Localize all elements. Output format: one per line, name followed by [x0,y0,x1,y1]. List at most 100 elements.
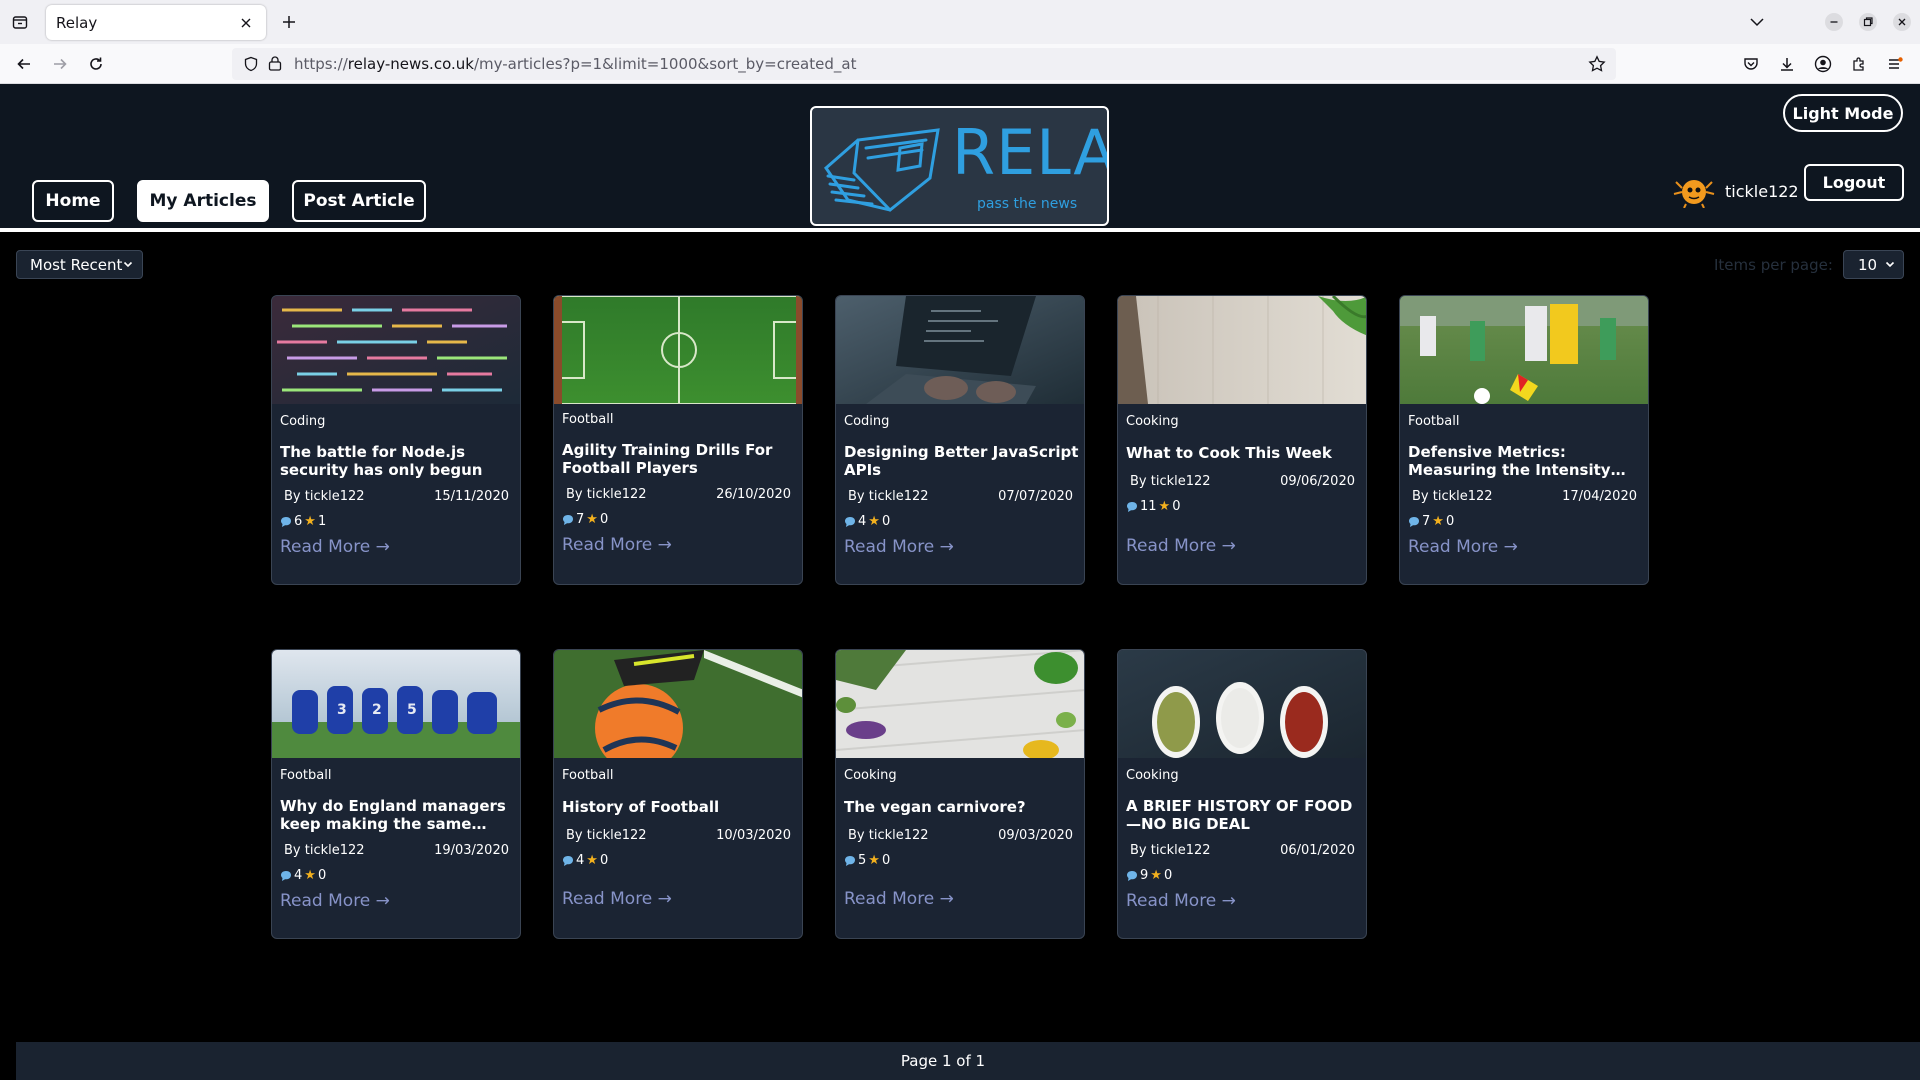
article-title[interactable]: A BRIEF HISTORY OF FOOD—NO BIG DEAL [1126,797,1362,833]
logo-tagline: pass the news [977,196,1078,212]
read-more-link[interactable]: Read More → [1126,536,1236,556]
comment-count: 4 [576,853,585,868]
browser-tab[interactable]: Relay [46,5,266,40]
close-tab-icon[interactable] [236,13,256,33]
article-thumbnail[interactable] [554,650,803,758]
light-mode-button[interactable]: Light Mode [1783,94,1903,132]
article-card[interactable]: 3 2 5 Football Why do England managers kee… [271,649,521,939]
article-thumbnail[interactable] [1400,296,1649,404]
article-card[interactable]: Football Agility Training Drills For Foo… [553,295,803,585]
article-category: Cooking [844,768,897,783]
bookmark-star-icon[interactable] [1588,55,1606,77]
forward-icon[interactable] [48,52,72,76]
article-thumbnail[interactable] [836,650,1085,758]
downloads-icon[interactable] [1775,52,1799,76]
back-icon[interactable] [12,52,36,76]
article-card[interactable]: Football History of Football By tickle12… [553,649,803,939]
article-date: 19/03/2020 [434,843,509,858]
vote-count: 0 [881,853,891,868]
newspaper-logo-icon [824,128,940,212]
restore-icon[interactable] [1857,11,1879,33]
article-thumbnail[interactable] [272,296,521,404]
read-more-link[interactable]: Read More → [844,889,954,909]
vote-count: 0 [1445,514,1455,529]
article-title[interactable]: History of Football [562,798,798,816]
article-card[interactable]: Football Defensive Metrics: Measuring th… [1399,295,1649,585]
read-more-link[interactable]: Read More → [280,537,390,557]
read-more-link[interactable]: Read More → [562,889,672,909]
reload-icon[interactable] [84,52,108,76]
article-category: Cooking [1126,768,1179,783]
article-thumbnail[interactable] [836,296,1085,404]
star-icon: ★ [868,853,880,868]
article-card[interactable]: Cooking A BRIEF HISTORY OF FOOD—NO BIG D… [1117,649,1367,939]
new-tab-icon[interactable] [278,11,300,33]
article-title[interactable]: What to Cook This Week [1126,444,1362,462]
article-card[interactable]: Cooking What to Cook This Week By tickle… [1117,295,1367,585]
article-title[interactable]: Defensive Metrics: Measuring the Intensi… [1408,443,1644,479]
site-logo[interactable]: RELAY pass the news [810,106,1109,226]
article-title[interactable]: Designing Better JavaScript APIs [844,443,1080,479]
article-thumbnail[interactable] [554,296,803,404]
vote-count: 0 [599,512,609,527]
article-thumbnail[interactable]: 3 2 5 [272,650,521,758]
pocket-icon[interactable] [1739,52,1763,76]
article-category: Football [280,768,332,783]
article-stats: 7 ★ 0 [1408,514,1454,529]
minimize-icon[interactable] [1823,11,1845,33]
article-card[interactable]: Cooking The vegan carnivore? By tickle12… [835,649,1085,939]
menu-icon[interactable] [1883,52,1907,76]
star-icon: ★ [868,514,880,529]
article-thumbnail[interactable] [1118,296,1367,404]
article-date: 10/03/2020 [716,828,791,843]
sort-select[interactable]: Most Recent [16,250,143,279]
close-window-icon[interactable] [1891,11,1913,33]
pagination-bar: Page 1 of 1 [16,1042,1920,1080]
article-stats: 9 ★ 0 [1126,868,1172,883]
nav-my-articles-button[interactable]: My Articles [137,180,269,222]
url-bar[interactable]: https://relay-news.co.uk/my-articles?p=1… [232,48,1616,80]
browser-tab-bar: Relay [0,0,1920,44]
url-host: relay-news.co.uk [347,55,474,73]
article-stats: 4 ★ 0 [280,868,326,883]
article-title[interactable]: Why do England managers keep making the … [280,797,516,833]
items-per-page-label: Items per page: [1714,256,1833,274]
article-stats: 11 ★ 0 [1126,499,1180,514]
article-date: 06/01/2020 [1280,843,1355,858]
url-text[interactable]: https://relay-news.co.uk/my-articles?p=1… [294,55,856,73]
comment-icon [845,855,855,866]
comment-count: 11 [1140,499,1157,514]
vote-count: 0 [1172,499,1181,514]
shield-icon[interactable] [243,56,259,76]
article-stats: 4 ★ 0 [844,514,890,529]
lock-icon[interactable] [268,55,282,75]
avatar[interactable] [1672,172,1716,208]
article-author: By tickle122 [1130,474,1211,489]
article-card[interactable]: Coding Designing Better JavaScript APIs … [835,295,1085,585]
account-icon[interactable] [1811,52,1835,76]
article-title[interactable]: Agility Training Drills For Football Pla… [562,441,798,477]
article-title[interactable]: The battle for Node.js security has only… [280,443,516,479]
tab-list-icon[interactable] [8,10,32,34]
username-label: tickle122 [1725,182,1799,201]
article-stats: 7 ★ 0 [562,512,608,527]
read-more-link[interactable]: Read More → [1126,891,1236,911]
article-card[interactable]: Coding The battle for Node.js security h… [271,295,521,585]
items-per-page-select[interactable]: 10 [1843,250,1904,279]
read-more-link[interactable]: Read More → [844,537,954,557]
article-category: Football [1408,414,1460,429]
extensions-icon[interactable] [1847,52,1871,76]
nav-post-article-button[interactable]: Post Article [292,180,426,222]
read-more-link[interactable]: Read More → [280,891,390,911]
article-category: Coding [280,414,326,429]
nav-home-button[interactable]: Home [32,180,114,222]
logout-button[interactable]: Logout [1804,164,1904,201]
read-more-link[interactable]: Read More → [1408,537,1518,557]
article-date: 26/10/2020 [716,487,791,502]
read-more-link[interactable]: Read More → [562,535,672,555]
article-thumbnail[interactable] [1118,650,1367,758]
article-category: Coding [844,414,890,429]
article-title[interactable]: The vegan carnivore? [844,798,1080,816]
url-path: /my-articles?p=1&limit=1000&sort_by=crea… [473,55,857,73]
list-all-tabs-icon[interactable] [1746,11,1768,33]
